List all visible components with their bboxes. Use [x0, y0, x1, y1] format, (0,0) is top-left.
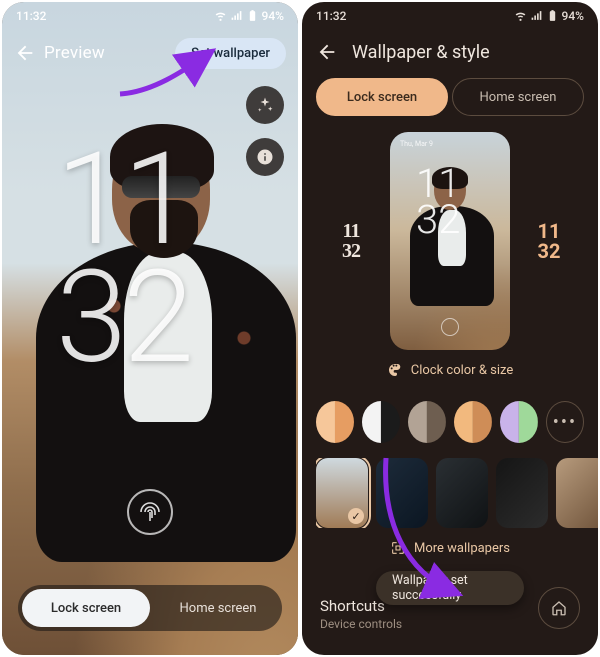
- lock-clock: 11 32: [56, 140, 190, 376]
- wallpaper-thumbs: [316, 458, 598, 528]
- back-icon[interactable]: [14, 42, 36, 64]
- color-swatch-0[interactable]: [316, 401, 354, 443]
- battery-percent: 94%: [562, 9, 584, 23]
- wallpaper-icon: [390, 540, 406, 556]
- info-button[interactable]: [246, 138, 284, 176]
- more-colors-button[interactable]: •••: [546, 401, 584, 443]
- battery-icon: [546, 9, 559, 22]
- status-time: 11:32: [316, 9, 346, 23]
- clock-style-next[interactable]: 11 32: [520, 192, 578, 290]
- wallpaper-thumb-0[interactable]: [316, 458, 368, 528]
- color-swatch-1[interactable]: [362, 401, 400, 443]
- more-wallpapers-label: More wallpapers: [414, 541, 510, 556]
- back-icon[interactable]: [316, 41, 338, 63]
- lock-preview-mini[interactable]: Thu, Mar 9 11 32: [390, 132, 510, 350]
- preview-title: Preview: [44, 43, 105, 63]
- tab-lock-screen[interactable]: Lock screen: [22, 589, 150, 627]
- wifi-icon: [514, 9, 527, 22]
- wallpaper-thumb-2[interactable]: [436, 458, 488, 528]
- preview-header: Preview Set wallpaper: [2, 30, 298, 76]
- home-shortcut-button[interactable]: [538, 587, 580, 629]
- clock-style-row: 11 32 Thu, Mar 9 11 32 11 32: [302, 128, 598, 354]
- style-title: Wallpaper & style: [352, 42, 490, 63]
- clock-hours: 11: [56, 140, 190, 258]
- color-swatch-2[interactable]: [408, 401, 446, 443]
- tab-home-screen[interactable]: Home screen: [154, 585, 282, 631]
- seg-home-screen[interactable]: Home screen: [452, 78, 584, 116]
- set-wallpaper-button[interactable]: Set wallpaper: [175, 38, 286, 69]
- wallpaper-thumb-3[interactable]: [496, 458, 548, 528]
- effects-button[interactable]: [246, 86, 284, 124]
- signal-icon: [530, 9, 543, 22]
- shortcuts-sub: Device controls: [320, 617, 402, 631]
- more-wallpapers-button[interactable]: More wallpapers: [302, 540, 598, 556]
- wifi-icon: [214, 9, 227, 22]
- preview-screen: 11:32 94% Preview Set wallpaper 11 32 Lo…: [2, 2, 298, 655]
- fingerprint-icon: [138, 500, 162, 524]
- status-bar: 11:32 94%: [2, 2, 298, 26]
- seg-lock-screen[interactable]: Lock screen: [316, 78, 448, 116]
- color-swatch-4[interactable]: [500, 401, 538, 443]
- status-time: 11:32: [16, 9, 46, 23]
- palette-icon: [387, 362, 403, 378]
- mini-clock: 11 32: [416, 166, 460, 238]
- clock-color-size-button[interactable]: Clock color & size: [302, 362, 598, 378]
- status-icons: 94%: [514, 9, 584, 23]
- clock-color-label: Clock color & size: [411, 363, 514, 378]
- fingerprint-icon: [441, 318, 459, 336]
- wallpaper-thumb-4[interactable]: [556, 458, 598, 528]
- status-bar: 11:32 94%: [302, 2, 598, 26]
- style-header: Wallpaper & style: [302, 30, 598, 74]
- clock-minutes: 32: [56, 258, 190, 376]
- screen-segmented: Lock screen Home screen: [316, 78, 584, 116]
- toast-wallpaper-set: Wallpaper set successfully: [376, 571, 524, 605]
- color-swatches: •••: [316, 396, 584, 448]
- color-swatch-3[interactable]: [454, 401, 492, 443]
- mini-date: Thu, Mar 9: [400, 140, 433, 148]
- info-icon: [256, 148, 274, 166]
- sparkle-icon: [256, 96, 274, 114]
- preview-side-actions: [246, 86, 284, 176]
- battery-percent: 94%: [262, 9, 284, 23]
- battery-icon: [246, 9, 259, 22]
- home-icon: [550, 599, 568, 617]
- preview-tabs: Lock screen Home screen: [18, 585, 282, 631]
- wallpaper-thumb-1[interactable]: [376, 458, 428, 528]
- clock-style-prev[interactable]: 11 32: [322, 192, 380, 290]
- fingerprint-hint[interactable]: [127, 489, 173, 535]
- style-screen: 11:32 94% Wallpaper & style Lock screen …: [302, 2, 598, 655]
- signal-icon: [230, 9, 243, 22]
- status-icons: 94%: [214, 9, 284, 23]
